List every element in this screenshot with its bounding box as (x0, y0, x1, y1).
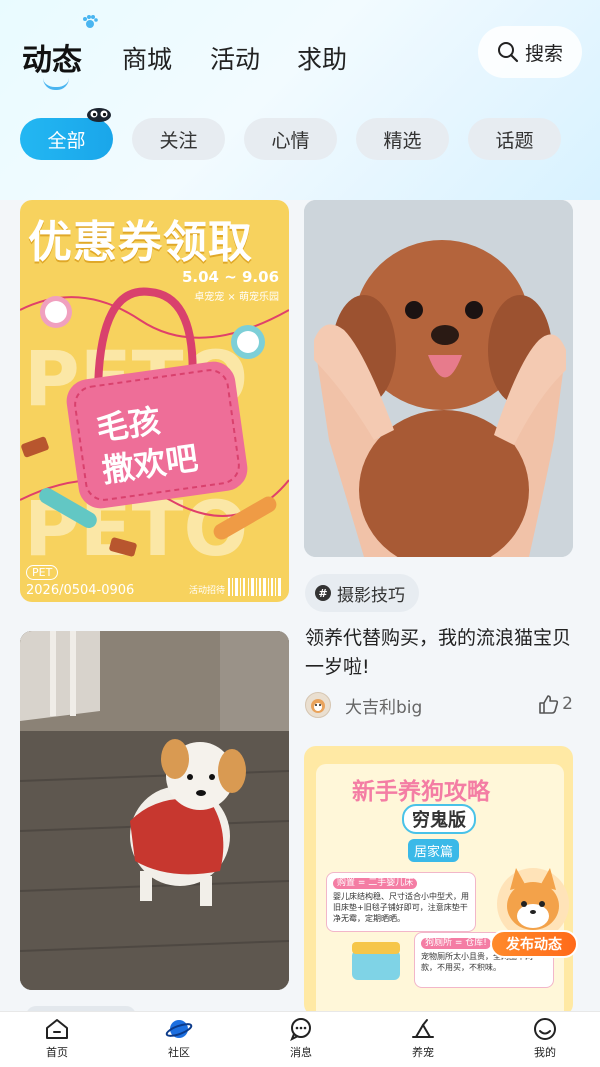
publish-post-label: 发布动态 (490, 930, 578, 958)
coupon-subtitle: 卓宠宠 × 萌宠乐园 (194, 292, 279, 303)
guide-tag: 居家篇 (408, 839, 460, 862)
post-author-row: 大吉利big 2 (305, 690, 575, 720)
profile-icon (534, 1018, 556, 1040)
tab-events[interactable]: 活动 (210, 40, 260, 76)
nav-home-label: 首页 (46, 1046, 68, 1059)
dog-avatar-icon (311, 699, 325, 713)
coupon-card[interactable]: PETO PETO 毛孩 撒欢吧 优惠券领取 5.04 ~ 9.06 卓宠宠 × (20, 200, 289, 602)
home-icon (46, 1019, 68, 1039)
nav-pet-care[interactable]: 养宠 (393, 1017, 453, 1067)
coupon-pet-tag: PET (26, 565, 59, 580)
planet-icon (165, 1020, 193, 1038)
litter-box-icon (352, 942, 400, 980)
poodle-photo (304, 200, 573, 557)
author-name[interactable]: 大吉利big (345, 693, 422, 718)
nav-messages[interactable]: 消息 (271, 1017, 331, 1067)
active-tab-indicator (43, 78, 69, 90)
publish-post-button[interactable]: 发布动态 (486, 860, 580, 962)
filter-mood[interactable]: 心情 (244, 118, 337, 160)
eyes-decoration-icon (87, 108, 111, 122)
filter-featured[interactable]: 精选 (356, 118, 449, 160)
filter-following[interactable]: 关注 (132, 118, 225, 160)
search-label: 搜索 (524, 42, 563, 65)
tab-feed[interactable]: 动态 (22, 35, 82, 79)
guide-tip-1-text: 婴儿床结构稳、尺寸适合小中型犬，用旧床垫+旧毯子铺好即可，注意床垫干净无霉，定期… (333, 892, 469, 923)
top-header: 动态 商城 活动 求助 搜索 (0, 0, 600, 100)
corgi-mascot-icon (497, 868, 569, 940)
coupon-code: 2026/0504-0906 (26, 583, 135, 598)
hashtag-chip[interactable]: # 摄影技巧 (305, 574, 419, 612)
filter-chips: 全部 关注 心情 精选 话题 (0, 108, 600, 162)
filter-all[interactable]: 全部 (20, 118, 113, 160)
guide-title: 新手养狗攻略 (352, 779, 490, 805)
bottom-navigation: 首页 社区 消息 养宠 我的 (0, 1011, 600, 1067)
nav-community-label: 社区 (168, 1046, 190, 1059)
guide-subtitle: 穷鬼版 (402, 804, 476, 834)
nav-profile[interactable]: 我的 (515, 1017, 575, 1067)
hashtag-label: 摄影技巧 (337, 585, 405, 606)
nav-profile-label: 我的 (534, 1046, 556, 1059)
nav-messages-label: 消息 (290, 1046, 312, 1059)
nav-home[interactable]: 首页 (27, 1017, 87, 1067)
dog-post-image[interactable] (20, 631, 289, 990)
post-title[interactable]: 领养代替购买，我的流浪猫宝贝一岁啦! (305, 624, 575, 682)
dog-photo (20, 631, 289, 990)
guide-tip-1-label: 购置 = 二手婴儿床 (333, 878, 418, 889)
paw-icon (83, 15, 98, 28)
hashtag-icon: # (315, 585, 331, 601)
search-icon (497, 42, 519, 63)
tab-help[interactable]: 求助 (297, 40, 347, 76)
filter-topics[interactable]: 话题 (468, 118, 561, 160)
nav-community[interactable]: 社区 (149, 1017, 209, 1067)
pet-care-icon (412, 1019, 434, 1038)
poodle-post-image[interactable] (304, 200, 573, 557)
nav-pet-care-label: 养宠 (412, 1046, 434, 1059)
guide-tip-1: 购置 = 二手婴儿床 婴儿床结构稳、尺寸适合小中型犬，用旧床垫+旧毯子铺好即可，… (326, 872, 476, 932)
message-icon (290, 1018, 311, 1041)
coupon-title: 优惠券领取 (28, 217, 253, 268)
thumbs-up-icon (539, 695, 559, 714)
search-button[interactable]: 搜索 (478, 26, 582, 78)
like-count: 2 (562, 694, 573, 714)
coupon-fine-print: 活动招待 (188, 586, 225, 596)
coupon-dates: 5.04 ~ 9.06 (181, 268, 279, 286)
guide-tip-2-label: 狗厕所 = 仓库! (421, 938, 491, 949)
tab-mall[interactable]: 商城 (122, 40, 172, 76)
like-button[interactable]: 2 (537, 693, 573, 715)
avatar[interactable] (305, 692, 331, 718)
